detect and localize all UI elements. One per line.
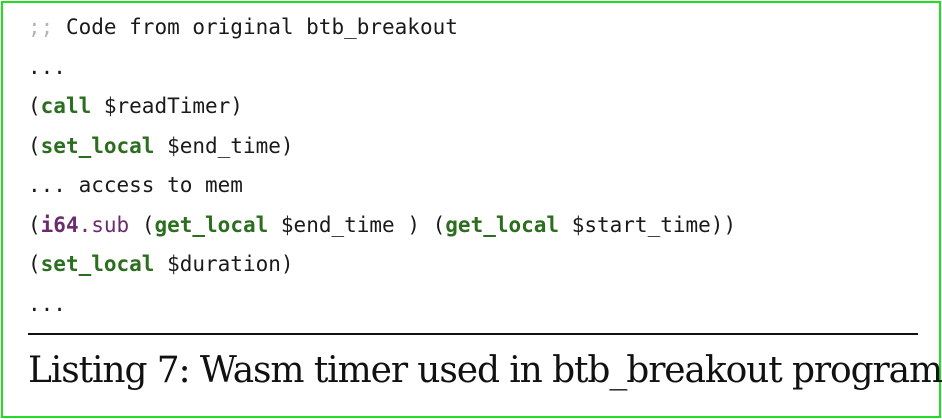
- paren-open: (: [28, 252, 41, 276]
- code-rest: $duration): [154, 252, 294, 276]
- code-end: $start_time)): [559, 212, 737, 237]
- code-line-7: (set_local $duration): [28, 248, 736, 288]
- paren-open: (: [28, 133, 41, 158]
- code-line-3: (call $readTimer): [28, 90, 736, 130]
- keyword-call: call: [40, 94, 92, 118]
- keyword-get-local: get_local: [445, 212, 560, 237]
- comment-text: Code from original btb_breakout: [53, 15, 458, 39]
- code-mid: (: [129, 212, 155, 237]
- code-rest: $readTimer): [91, 94, 243, 118]
- listing-caption: Listing 7: Wasm timer used in btb_breako…: [28, 350, 942, 391]
- code-text: ... access to mem: [28, 173, 243, 197]
- paren-open: (: [28, 94, 41, 118]
- keyword-set-local: set_local: [40, 133, 155, 158]
- keyword-set-local: set_local: [40, 252, 155, 276]
- paren-open: (: [28, 212, 41, 237]
- code-mid: $end_time ) (: [268, 212, 446, 237]
- code-block: ;; Code from original btb_breakout ... (…: [28, 11, 736, 327]
- ellipsis-text: ...: [28, 54, 66, 79]
- caption-rule: [28, 333, 918, 335]
- code-line-6: (i64.sub (get_local $end_time ) (get_loc…: [28, 209, 736, 249]
- code-line-4: (set_local $end_time): [28, 130, 736, 170]
- listing-frame: ;; Code from original btb_breakout ... (…: [1, 1, 942, 418]
- comment-marker: ;;: [28, 15, 54, 39]
- type-i64: i64: [40, 212, 79, 237]
- code-line-8: ...: [28, 288, 736, 328]
- ellipsis-text: ...: [28, 291, 66, 316]
- code-line-1: ;; Code from original btb_breakout: [28, 11, 736, 51]
- code-line-5: ... access to mem: [28, 169, 736, 209]
- code-rest: $end_time): [154, 133, 294, 158]
- code-line-2: ...: [28, 51, 736, 91]
- op-sub: .sub: [78, 212, 130, 237]
- keyword-get-local: get_local: [154, 212, 269, 237]
